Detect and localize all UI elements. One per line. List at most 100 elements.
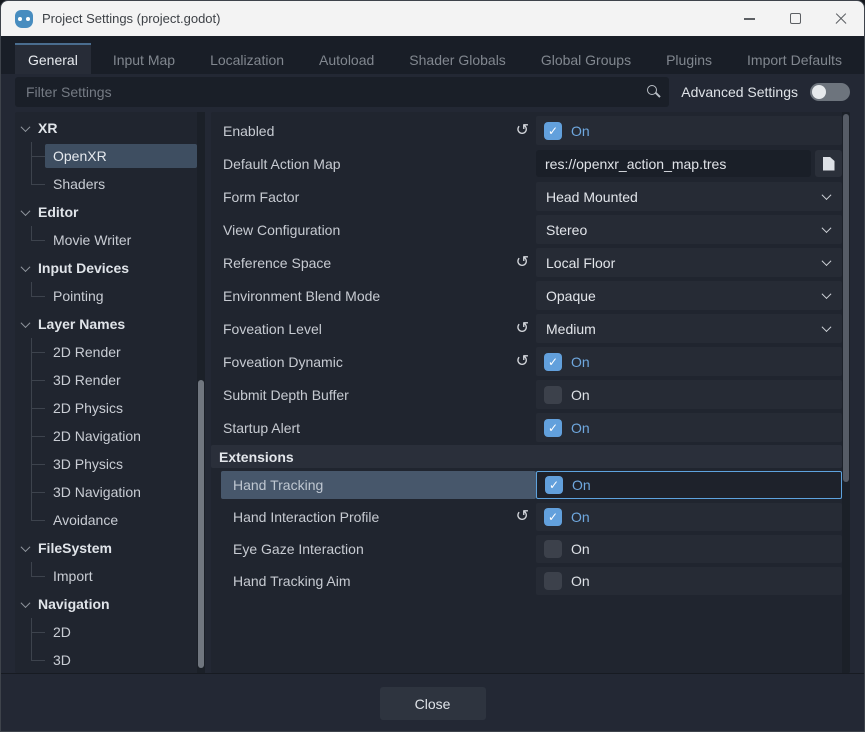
sidebar-category-input-devices[interactable]: Input Devices — [15, 254, 197, 282]
tab-bar: General Input Map Localization Autoload Shad… — [1, 36, 864, 74]
sidebar-scrollbar[interactable] — [197, 112, 205, 673]
sidebar-category-layer-names[interactable]: Layer Names — [15, 310, 197, 338]
sidebar-item-label: Avoidance — [45, 508, 197, 532]
sidebar-item-label: 2D Physics — [45, 396, 197, 420]
dropdown-foveation-level[interactable]: Medium — [536, 314, 842, 343]
sidebar-item-label: 2D — [45, 620, 197, 644]
setting-label-cell[interactable]: Hand Interaction Profile — [221, 501, 536, 533]
setting-label-cell[interactable]: Eye Gaze Interaction — [221, 533, 536, 565]
checkbox-submit-depth-buffer[interactable] — [544, 386, 562, 404]
load-file-button[interactable] — [815, 150, 842, 177]
sidebar-item-movie-writer[interactable]: Movie Writer — [15, 226, 197, 254]
dropdown-view-configuration[interactable]: Stereo — [536, 215, 842, 244]
sidebar-item-2d-render[interactable]: 2D Render — [15, 338, 197, 366]
setting-label-cell[interactable]: View Configuration — [211, 213, 536, 246]
checkbox-state-label: On — [571, 573, 590, 589]
setting-label-cell[interactable]: Hand Tracking — [221, 471, 536, 499]
settings-scrollbar-thumb[interactable] — [843, 114, 849, 482]
maximize-button[interactable] — [772, 1, 818, 36]
category-label: Layer Names — [38, 316, 125, 332]
sidebar-item-2d-navigation[interactable]: 2D Navigation — [15, 422, 197, 450]
section-label: Extensions — [219, 449, 294, 465]
checkbox-hand-tracking-aim[interactable] — [544, 572, 562, 590]
checkbox-hand-tracking[interactable] — [545, 476, 563, 494]
sidebar-item-import[interactable]: Import — [15, 562, 197, 590]
revert-icon[interactable] — [516, 321, 529, 337]
dropdown-reference-space[interactable]: Local Floor — [536, 248, 842, 277]
text-input-default-action-map[interactable] — [536, 150, 811, 177]
minimize-icon — [744, 18, 755, 20]
sidebar-item-2d[interactable]: 2D — [15, 618, 197, 646]
checkbox-state-label: On — [571, 541, 590, 557]
sidebar-item-avoidance[interactable]: Avoidance — [15, 506, 197, 534]
setting-label-cell[interactable]: Submit Depth Buffer — [211, 378, 536, 411]
tab-autoload[interactable]: Autoload — [306, 43, 387, 74]
dialog-footer: Close — [1, 673, 864, 731]
sidebar-category-navigation[interactable]: Navigation — [15, 590, 197, 618]
sidebar-item-3d-physics[interactable]: 3D Physics — [15, 450, 197, 478]
revert-icon[interactable] — [516, 123, 529, 139]
checkbox-enabled[interactable] — [544, 122, 562, 140]
checkbox-foveation-dynamic[interactable] — [544, 353, 562, 371]
sidebar-item-3d-render[interactable]: 3D Render — [15, 366, 197, 394]
sidebar-item-shaders[interactable]: Shaders — [15, 170, 197, 198]
tab-import-defaults[interactable]: Import Defaults — [734, 43, 855, 74]
setting-label-cell[interactable]: Environment Blend Mode — [211, 279, 536, 312]
dropdown-value: Medium — [546, 321, 596, 337]
setting-label-cell[interactable]: Foveation Level — [211, 312, 536, 345]
setting-label-cell[interactable]: Form Factor — [211, 180, 536, 213]
sidebar-item-pointing[interactable]: Pointing — [15, 282, 197, 310]
sidebar-item-label: 2D Render — [45, 340, 197, 364]
sidebar-category-editor[interactable]: Editor — [15, 198, 197, 226]
sidebar-item-2d-physics[interactable]: 2D Physics — [15, 394, 197, 422]
setting-label-cell[interactable]: Foveation Dynamic — [211, 345, 536, 378]
checkbox-hand-interaction-profile[interactable] — [544, 508, 562, 526]
settings-rows: Enabled On Default Action Map Form FactorHe… — [211, 112, 850, 597]
dropdown-value: Opaque — [546, 288, 596, 304]
setting-label: Hand Tracking — [233, 477, 323, 493]
checkbox-eye-gaze-interaction[interactable] — [544, 540, 562, 558]
tab-general[interactable]: General — [15, 43, 91, 74]
sidebar-category-filesystem[interactable]: FileSystem — [15, 534, 197, 562]
setting-label-cell[interactable]: Hand Tracking Aim — [221, 565, 536, 597]
category-label: Editor — [38, 204, 78, 220]
setting-label-cell[interactable]: Enabled — [211, 114, 536, 147]
sidebar-item-openxr[interactable]: OpenXR — [15, 142, 197, 170]
tab-localization[interactable]: Localization — [197, 43, 297, 74]
sidebar-item-3d[interactable]: 3D — [15, 646, 197, 673]
setting-label-cell[interactable]: Startup Alert — [211, 411, 536, 444]
tab-global-groups[interactable]: Global Groups — [528, 43, 644, 74]
section-header-extensions: Extensions — [211, 445, 842, 468]
filter-settings-input[interactable] — [15, 77, 669, 107]
window-title: Project Settings (project.godot) — [42, 11, 726, 26]
revert-icon[interactable] — [516, 255, 529, 271]
sidebar-scrollbar-thumb[interactable] — [198, 380, 204, 668]
close-window-button[interactable] — [818, 1, 864, 36]
minimize-button[interactable] — [726, 1, 772, 36]
sidebar-category-xr[interactable]: XR — [15, 114, 197, 142]
sidebar-item-label: 3D Physics — [45, 452, 197, 476]
revert-icon[interactable] — [516, 509, 529, 525]
sidebar-item-3d-navigation[interactable]: 3D Navigation — [15, 478, 197, 506]
settings-scrollbar[interactable] — [842, 112, 850, 673]
close-button[interactable]: Close — [380, 687, 486, 720]
setting-label: Hand Interaction Profile — [233, 509, 379, 525]
tab-plugins[interactable]: Plugins — [653, 43, 725, 74]
revert-icon[interactable] — [516, 354, 529, 370]
dropdown-environment-blend-mode[interactable]: Opaque — [536, 281, 842, 310]
advanced-settings-toggle[interactable] — [810, 83, 850, 101]
checkbox-state-label: On — [572, 477, 591, 493]
dropdown-form-factor[interactable]: Head Mounted — [536, 182, 842, 211]
setting-label-cell[interactable]: Default Action Map — [211, 147, 536, 180]
chevron-down-icon — [21, 542, 31, 552]
setting-value-cell: On — [536, 535, 842, 563]
setting-value-cell: On — [536, 471, 842, 499]
checkbox-startup-alert[interactable] — [544, 419, 562, 437]
setting-label-cell[interactable]: Reference Space — [211, 246, 536, 279]
advanced-settings-label: Advanced Settings — [681, 84, 798, 100]
tab-input-map[interactable]: Input Map — [100, 43, 188, 74]
tab-shader-globals[interactable]: Shader Globals — [396, 43, 519, 74]
settings-sidebar: XROpenXRShaders Editor Movie WriterInput D… — [15, 112, 205, 673]
setting-label: Default Action Map — [223, 156, 341, 172]
setting-row-hand-tracking: Hand Tracking On — [211, 469, 842, 501]
